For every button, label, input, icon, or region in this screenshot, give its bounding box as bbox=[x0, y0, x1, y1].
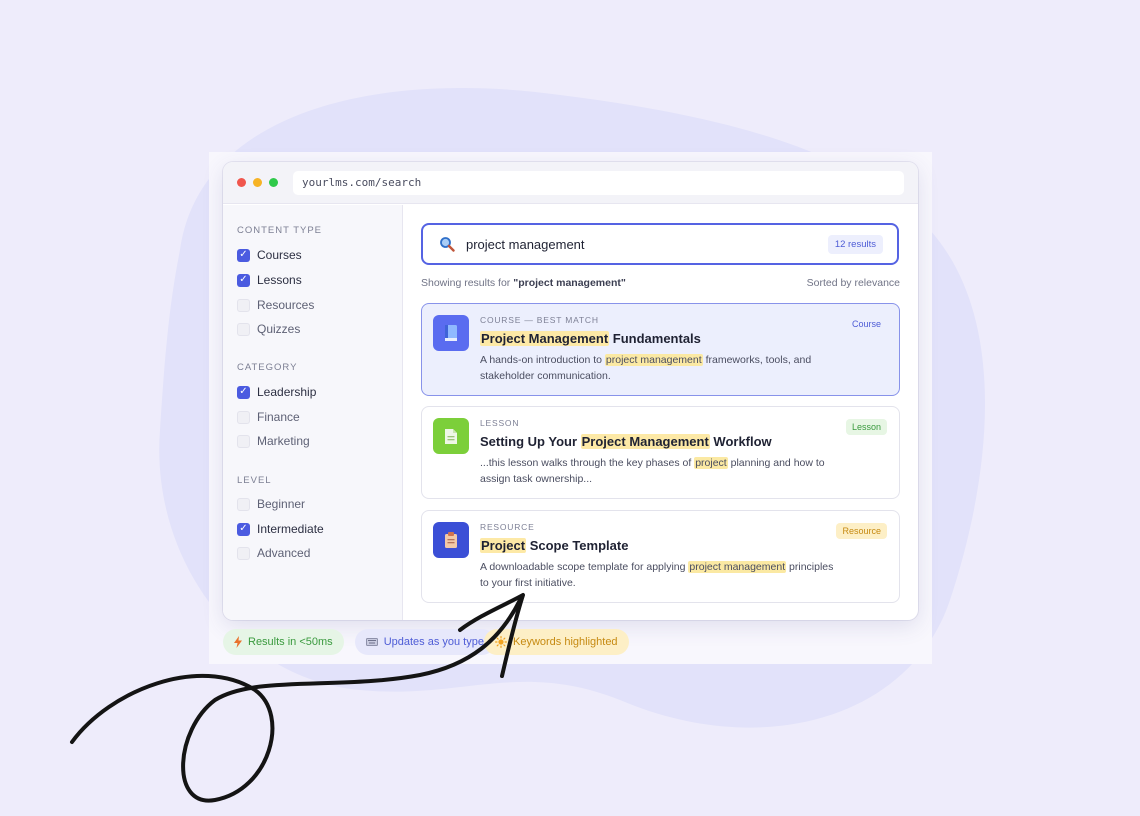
filter-label: Advanced bbox=[257, 546, 311, 560]
result-title[interactable]: Setting Up Your Project Management Workf… bbox=[480, 434, 772, 449]
filter-sidebar: CONTENT TYPE ✓ Courses ✓ Lessons Resources… bbox=[223, 205, 403, 620]
keyboard-icon bbox=[365, 638, 378, 646]
results-summary: Showing results for "project management" bbox=[421, 277, 626, 289]
checkbox-checked-icon[interactable]: ✓ bbox=[237, 522, 250, 536]
filter-courses[interactable]: ✓ Courses bbox=[237, 248, 302, 262]
result-badge-lesson: Lesson bbox=[845, 419, 887, 435]
result-desc-text: ...this lesson walks through the key pha… bbox=[480, 457, 695, 469]
filter-label: Lessons bbox=[257, 273, 302, 287]
book-icon bbox=[433, 315, 469, 351]
result-title-text: Workflow bbox=[709, 434, 772, 449]
chip-speed: Results in <50ms bbox=[223, 629, 344, 655]
checkbox-empty-icon[interactable] bbox=[237, 322, 250, 336]
result-title-text: Fundamentals bbox=[609, 331, 701, 346]
result-title[interactable]: Project Scope Template bbox=[480, 538, 628, 553]
sun-icon bbox=[494, 636, 507, 648]
url-text: yourlms.com/search bbox=[302, 176, 422, 189]
search-icon bbox=[440, 237, 455, 252]
filter-label: Beginner bbox=[257, 497, 306, 511]
keyword-highlight: project bbox=[694, 457, 728, 469]
result-description: A hands-on introduction to project manag… bbox=[480, 352, 845, 384]
browser-window: yourlms.com/search CONTENT TYPE ✓ Courses… bbox=[223, 162, 918, 620]
result-badge-course: Course bbox=[851, 319, 881, 329]
result-description: A downloadable scope template for applyi… bbox=[480, 559, 845, 591]
filter-advanced[interactable]: Advanced bbox=[237, 546, 310, 560]
clipboard-icon bbox=[433, 522, 469, 558]
filter-resources[interactable]: Resources bbox=[237, 298, 314, 312]
filter-label: Marketing bbox=[257, 434, 310, 448]
keyword-highlight: project management bbox=[688, 561, 787, 573]
checkbox-checked-icon[interactable]: ✓ bbox=[237, 385, 250, 399]
result-title-text: Scope Template bbox=[526, 538, 629, 553]
checkbox-empty-icon[interactable] bbox=[237, 546, 250, 560]
result-card-course[interactable]: COURSE — BEST MATCH Project Management F… bbox=[421, 303, 900, 396]
filter-label: Quizzes bbox=[257, 322, 301, 336]
filter-quizzes[interactable]: Quizzes bbox=[237, 322, 300, 336]
result-count-badge: 12 results bbox=[827, 235, 883, 254]
filter-marketing[interactable]: Marketing bbox=[237, 434, 310, 448]
filter-leadership[interactable]: ✓ Leadership bbox=[237, 385, 316, 399]
chip-keywords: Keywords highlighted bbox=[483, 629, 629, 655]
document-icon bbox=[433, 418, 469, 454]
checkbox-checked-icon[interactable]: ✓ bbox=[237, 248, 250, 262]
filter-beginner[interactable]: Beginner bbox=[237, 497, 305, 511]
result-card-resource[interactable]: RESOURCE Project Scope Template A downlo… bbox=[421, 510, 900, 603]
filter-group-title: LEVEL bbox=[237, 475, 272, 486]
result-type: RESOURCE bbox=[480, 522, 535, 532]
browser-titlebar: yourlms.com/search bbox=[223, 162, 918, 204]
keyword-highlight: project management bbox=[604, 354, 703, 366]
filter-label: Intermediate bbox=[257, 522, 324, 536]
keyword-highlight: Project Management bbox=[480, 331, 610, 346]
results-panel: project management 12 results Showing re… bbox=[403, 205, 918, 620]
filter-label: Leadership bbox=[257, 385, 317, 399]
address-bar[interactable]: yourlms.com/search bbox=[293, 170, 904, 195]
chip-live-updates: Updates as you type bbox=[354, 629, 495, 655]
filter-lessons[interactable]: ✓ Lessons bbox=[237, 273, 302, 287]
checkbox-checked-icon[interactable]: ✓ bbox=[237, 273, 250, 287]
result-type: LESSON bbox=[480, 418, 520, 428]
filter-group-title: CATEGORY bbox=[237, 362, 298, 373]
result-desc-text: A hands-on introduction to bbox=[480, 354, 605, 366]
filter-label: Finance bbox=[257, 410, 300, 424]
close-dot[interactable] bbox=[237, 178, 246, 187]
result-type: COURSE — BEST MATCH bbox=[480, 315, 599, 325]
feature-chips: Results in <50ms Updates as you type Key… bbox=[223, 629, 640, 655]
result-card-lesson[interactable]: LESSON Setting Up Your Project Managemen… bbox=[421, 406, 900, 499]
results-summary-query: "project management" bbox=[513, 277, 626, 289]
lightning-icon bbox=[234, 636, 242, 648]
checkbox-empty-icon[interactable] bbox=[237, 434, 250, 448]
filter-label: Courses bbox=[257, 248, 302, 262]
minimize-dot[interactable] bbox=[253, 178, 262, 187]
result-badge-resource: Resource bbox=[836, 523, 887, 539]
result-desc-text: A downloadable scope template for applyi… bbox=[480, 561, 689, 573]
search-input[interactable]: project management 12 results bbox=[421, 223, 899, 265]
filter-intermediate[interactable]: ✓ Intermediate bbox=[237, 522, 324, 536]
keyword-highlight: Project bbox=[480, 538, 527, 553]
checkbox-empty-icon[interactable] bbox=[237, 298, 250, 312]
checkbox-empty-icon[interactable] bbox=[237, 410, 250, 424]
result-description: ...this lesson walks through the key pha… bbox=[480, 455, 845, 487]
result-title-text: Setting Up Your bbox=[480, 434, 581, 449]
filter-finance[interactable]: Finance bbox=[237, 410, 300, 424]
filter-label: Resources bbox=[257, 298, 315, 312]
filter-group-title: CONTENT TYPE bbox=[237, 225, 323, 236]
chip-label: Updates as you type bbox=[383, 636, 484, 648]
checkbox-empty-icon[interactable] bbox=[237, 497, 250, 511]
result-title[interactable]: Project Management Fundamentals bbox=[480, 331, 701, 346]
results-summary-prefix: Showing results for bbox=[421, 277, 514, 289]
maximize-dot[interactable] bbox=[269, 178, 278, 187]
search-query[interactable]: project management bbox=[466, 237, 585, 252]
sort-label[interactable]: Sorted by relevance bbox=[807, 277, 900, 289]
chip-label: Results in <50ms bbox=[248, 636, 333, 648]
keyword-highlight: Project Management bbox=[580, 434, 710, 449]
chip-label: Keywords highlighted bbox=[512, 636, 618, 648]
